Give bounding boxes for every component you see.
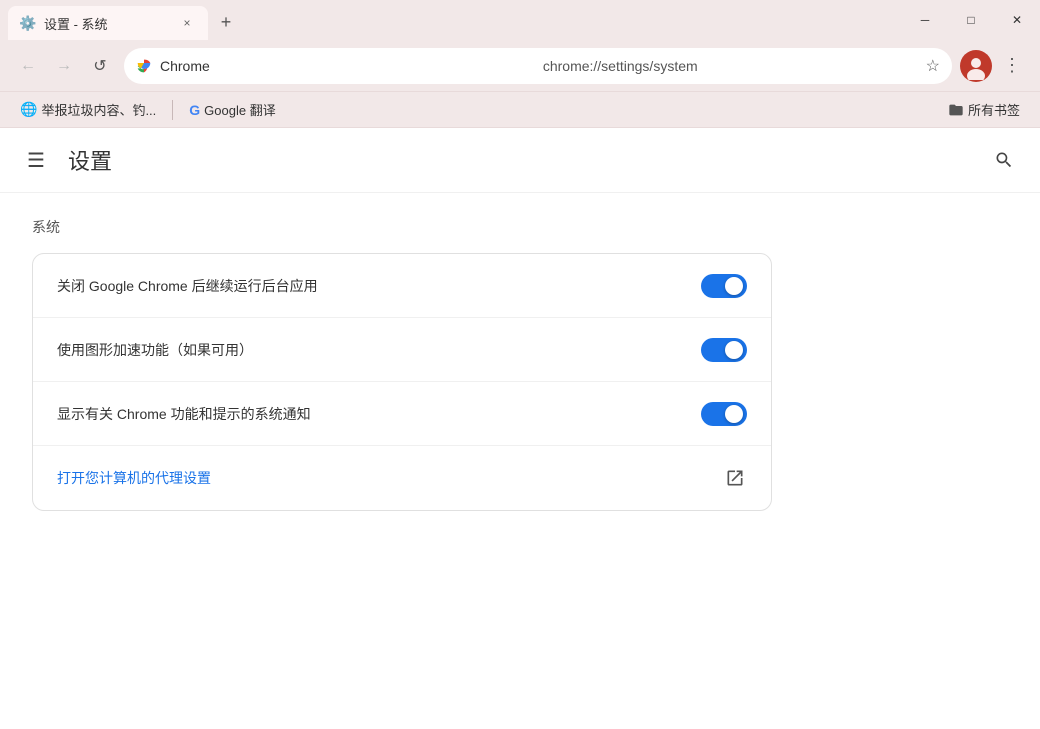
title-bar: ⚙️ 设置 - 系统 × + ─ □ ✕ bbox=[0, 0, 1040, 40]
setting-row-hardware-acceleration: 使用图形加速功能（如果可用） bbox=[33, 318, 771, 382]
active-tab[interactable]: ⚙️ 设置 - 系统 × bbox=[8, 6, 208, 40]
bookmark-favicon-1: 🌐 bbox=[20, 101, 37, 118]
profile-button[interactable] bbox=[960, 50, 992, 82]
close-button[interactable]: ✕ bbox=[994, 0, 1040, 40]
setting-label-background-apps: 关闭 Google Chrome 后继续运行后台应用 bbox=[57, 276, 701, 296]
forward-button[interactable]: → bbox=[48, 50, 80, 82]
tab-favicon: ⚙️ bbox=[20, 15, 36, 31]
toggle-hardware-acceleration[interactable] bbox=[701, 338, 747, 362]
address-bar[interactable]: Chrome chrome://settings/system ☆ bbox=[124, 48, 952, 84]
bookmark-favicon-2: G bbox=[189, 102, 200, 118]
all-bookmarks-label: 所有书签 bbox=[968, 100, 1020, 119]
reload-button[interactable]: ↺ bbox=[84, 50, 116, 82]
external-link-icon bbox=[723, 466, 747, 490]
page-header: ☰ 设置 bbox=[0, 128, 1040, 193]
bookmark-label-1: 举报垃圾内容、钓... bbox=[41, 100, 156, 119]
setting-row-background-apps: 关闭 Google Chrome 后继续运行后台应用 bbox=[33, 254, 771, 318]
maximize-button[interactable]: □ bbox=[948, 0, 994, 40]
site-security-icon bbox=[136, 58, 152, 74]
search-button[interactable] bbox=[988, 144, 1020, 176]
setting-label-proxy-settings: 打开您计算机的代理设置 bbox=[57, 468, 723, 488]
search-icon bbox=[994, 150, 1014, 170]
page-body: 系统 关闭 Google Chrome 后继续运行后台应用 使用图形加速功能（如… bbox=[0, 193, 1040, 729]
toggle-system-notifications[interactable] bbox=[701, 402, 747, 426]
bookmark-item-translate[interactable]: G Google 翻译 bbox=[181, 96, 283, 123]
new-tab-button[interactable]: + bbox=[212, 8, 240, 36]
window-controls: ─ □ ✕ bbox=[902, 0, 1040, 40]
hamburger-menu-button[interactable]: ☰ bbox=[20, 144, 52, 176]
chrome-menu-button[interactable]: ⋮ bbox=[996, 50, 1028, 82]
nav-bar: ← → ↺ Chrome chrome://settings/system ☆ … bbox=[0, 40, 1040, 92]
tab-strip: ⚙️ 设置 - 系统 × + bbox=[0, 0, 240, 40]
setting-label-hardware-acceleration: 使用图形加速功能（如果可用） bbox=[57, 340, 701, 360]
chrome-label: Chrome bbox=[160, 58, 535, 74]
settings-page: ☰ 设置 系统 关闭 Google Chrome 后继续运行后台应用 使用图形加… bbox=[0, 128, 1040, 729]
toggle-background-apps[interactable] bbox=[701, 274, 747, 298]
bookmark-label-2: Google 翻译 bbox=[204, 100, 276, 119]
setting-row-system-notifications: 显示有关 Chrome 功能和提示的系统通知 bbox=[33, 382, 771, 446]
section-title: 系统 bbox=[32, 217, 1008, 237]
minimize-button[interactable]: ─ bbox=[902, 0, 948, 40]
setting-row-proxy-settings[interactable]: 打开您计算机的代理设置 bbox=[33, 446, 771, 510]
bookmarks-separator bbox=[172, 100, 173, 120]
all-bookmarks-button[interactable]: 所有书签 bbox=[940, 96, 1028, 123]
back-button[interactable]: ← bbox=[12, 50, 44, 82]
folder-icon bbox=[948, 102, 964, 118]
bookmark-item-spam[interactable]: 🌐 举报垃圾内容、钓... bbox=[12, 96, 164, 123]
tab-close-button[interactable]: × bbox=[178, 14, 196, 32]
settings-card: 关闭 Google Chrome 后继续运行后台应用 使用图形加速功能（如果可用… bbox=[32, 253, 772, 511]
page-title: 设置 bbox=[68, 144, 112, 176]
setting-label-system-notifications: 显示有关 Chrome 功能和提示的系统通知 bbox=[57, 404, 701, 424]
bookmark-star-icon[interactable]: ☆ bbox=[926, 56, 940, 76]
bookmarks-bar: 🌐 举报垃圾内容、钓... G Google 翻译 所有书签 bbox=[0, 92, 1040, 128]
tab-title: 设置 - 系统 bbox=[44, 14, 170, 33]
address-url: chrome://settings/system bbox=[543, 58, 918, 74]
